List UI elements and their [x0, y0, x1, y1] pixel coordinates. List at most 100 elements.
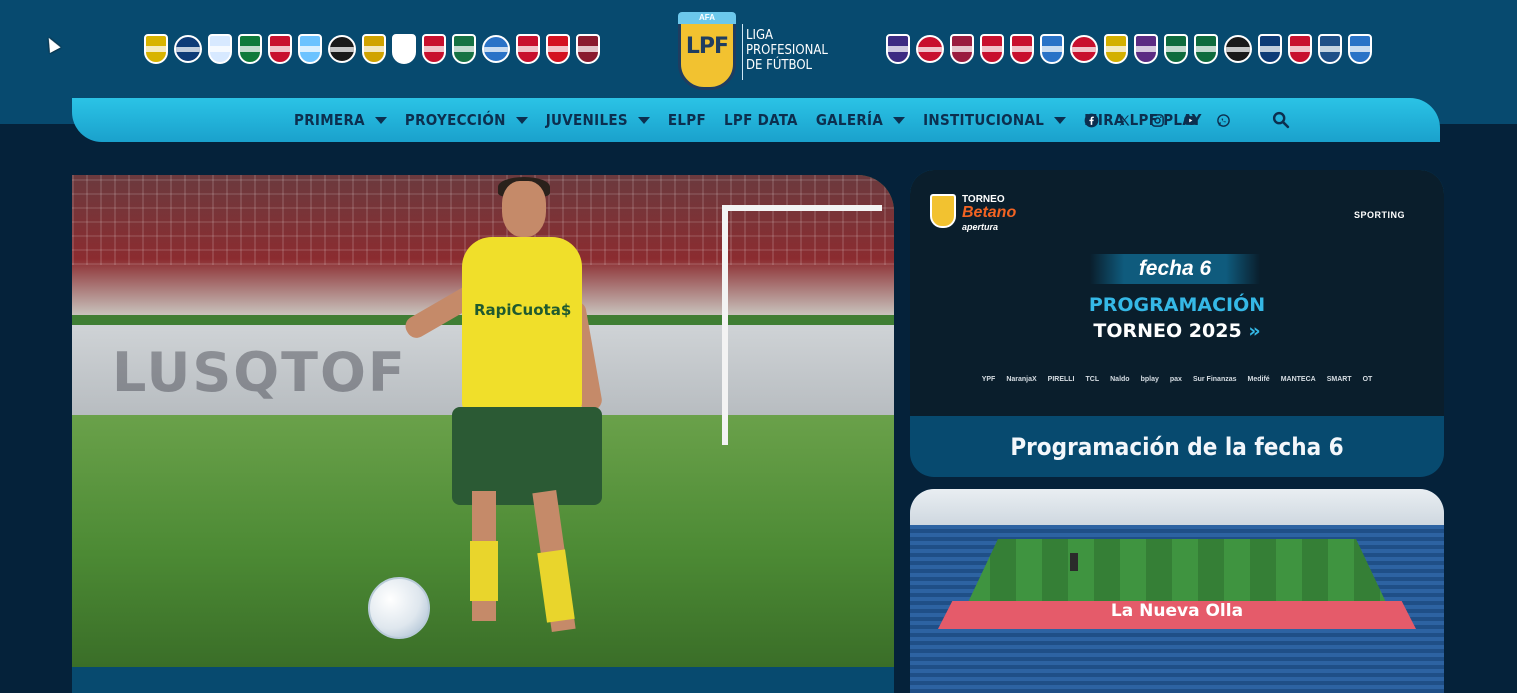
- stadium-sky: [910, 489, 1444, 525]
- sponsor-label: SPORTING: [1354, 210, 1406, 220]
- team-crest-icon[interactable]: [1010, 34, 1034, 64]
- phase-label: apertura: [962, 222, 999, 232]
- lpf-logo[interactable]: AFA LPF LIGA PROFESIONAL DE FÚTBOL: [676, 12, 828, 92]
- programacion-label: PROGRAMACIÓN: [1088, 294, 1266, 316]
- team-crest-icon[interactable]: [1348, 34, 1372, 64]
- sponsor-logo: Sur Finanzas: [1192, 376, 1237, 383]
- logo-mark: LPF: [685, 34, 729, 59]
- team-crest-icon[interactable]: [1134, 34, 1158, 64]
- sponsor-logo: MANTECA: [1280, 376, 1316, 383]
- team-crest-icon[interactable]: [1164, 34, 1188, 64]
- sponsor-logo: NaranjaX: [1006, 376, 1037, 383]
- hero-ad-text: LUSQTOF: [112, 341, 407, 404]
- team-crest-icon[interactable]: [1288, 34, 1312, 64]
- player-figure: RapiCuota$: [401, 177, 612, 651]
- chevron-down-icon: [374, 116, 387, 124]
- team-crests-right: [886, 32, 1372, 66]
- torneo-year-text: TORNEO 2025: [1093, 320, 1242, 342]
- chevron-down-icon: [1054, 116, 1067, 124]
- team-crest-icon[interactable]: [298, 34, 322, 64]
- team-crest-icon[interactable]: [1070, 35, 1098, 63]
- social-links: [1080, 98, 1234, 142]
- instagram-icon[interactable]: [1146, 109, 1168, 131]
- team-crest-icon[interactable]: [144, 34, 168, 64]
- team-crest-icon[interactable]: [1040, 34, 1064, 64]
- team-crest-icon[interactable]: [950, 34, 974, 64]
- nav-item-label: INSTITUCIONAL: [923, 111, 1045, 129]
- team-crest-icon[interactable]: [392, 34, 416, 64]
- mouse-cursor-icon: [43, 35, 61, 53]
- logo-afa-label: AFA: [678, 12, 736, 24]
- player-sock: [470, 541, 498, 601]
- stadium-name: La Nueva Olla: [1110, 601, 1244, 621]
- team-crest-icon[interactable]: [546, 34, 570, 64]
- card-art: TORNEO Betano apertura SPORTING fecha 6 …: [910, 170, 1444, 416]
- card-title[interactable]: Programación de la fecha 6: [1010, 433, 1343, 461]
- sponsor-logo: YPF: [981, 376, 996, 383]
- team-crest-icon[interactable]: [916, 35, 944, 63]
- torneo-year-label: TORNEO 2025 »: [910, 320, 1444, 342]
- chevron-down-icon: [893, 116, 906, 124]
- nav-item-institucional[interactable]: INSTITUCIONAL: [923, 98, 1067, 142]
- player-shirt: [462, 237, 582, 413]
- sponsor-logo: TCL: [1085, 376, 1100, 383]
- team-crest-icon[interactable]: [980, 34, 1004, 64]
- sponsor-logo: OT: [1362, 376, 1373, 383]
- player-sock: [537, 549, 575, 623]
- team-crest-icon[interactable]: [174, 35, 202, 63]
- team-crest-icon[interactable]: [482, 35, 510, 63]
- brand-label: Betano: [962, 204, 1017, 221]
- team-crest-icon[interactable]: [268, 34, 292, 64]
- team-crest-icon[interactable]: [1224, 35, 1252, 63]
- team-crest-icon[interactable]: [238, 34, 262, 64]
- mini-lpf-logo-icon: [930, 194, 956, 228]
- team-crest-icon[interactable]: [452, 34, 476, 64]
- nav-item-label: GALERÍA: [815, 111, 884, 129]
- whatsapp-icon[interactable]: [1212, 109, 1234, 131]
- fecha-pill: fecha 6: [1090, 254, 1260, 284]
- sponsor-logo: PIRELLI: [1047, 376, 1075, 383]
- soccer-ball-icon: [368, 577, 430, 639]
- card-caption[interactable]: Programación de la fecha 6: [910, 416, 1444, 477]
- news-card-programacion[interactable]: TORNEO Betano apertura SPORTING fecha 6 …: [910, 170, 1444, 477]
- nav-item-label: JUVENILES: [545, 111, 628, 129]
- team-crest-icon[interactable]: [328, 35, 356, 63]
- news-card-stadium[interactable]: La Nueva Olla: [910, 489, 1444, 693]
- sponsor-logo: Medifé: [1247, 376, 1270, 383]
- logo-text: LIGA PROFESIONAL DE FÚTBOL: [746, 28, 828, 73]
- x-icon[interactable]: [1113, 109, 1135, 131]
- team-crest-icon[interactable]: [1194, 34, 1218, 64]
- nav-item-juveniles[interactable]: JUVENILES: [546, 98, 650, 142]
- team-crest-icon[interactable]: [208, 34, 232, 64]
- search-icon[interactable]: [1270, 109, 1292, 131]
- sponsor-logo: Naldo: [1110, 376, 1130, 383]
- team-crest-icon[interactable]: [516, 34, 540, 64]
- goal-post: [722, 205, 882, 445]
- logo-divider: [742, 24, 743, 80]
- nav-item-galería[interactable]: GALERÍA: [815, 98, 906, 142]
- nav-item-primera[interactable]: PRIMERA: [294, 98, 387, 142]
- chevron-down-icon: [515, 116, 528, 124]
- team-crest-icon[interactable]: [422, 34, 446, 64]
- team-crest-icon[interactable]: [362, 34, 386, 64]
- nav-item-lpf-data[interactable]: LPF DATA: [724, 98, 798, 142]
- team-crest-icon[interactable]: [886, 34, 910, 64]
- team-crest-icon[interactable]: [576, 34, 600, 64]
- team-crest-icon[interactable]: [1104, 34, 1128, 64]
- nav-item-elpf[interactable]: ELPF: [668, 98, 706, 142]
- youtube-icon[interactable]: [1179, 109, 1201, 131]
- team-crest-icon[interactable]: [1318, 34, 1342, 64]
- stadium-structure: [1070, 553, 1078, 571]
- facebook-icon[interactable]: [1080, 109, 1102, 131]
- nav-item-label: PRIMERA: [294, 111, 365, 129]
- sponsor-logo: bplay: [1140, 376, 1159, 383]
- hero-image[interactable]: LUSQTOF RapiCuota$: [72, 175, 894, 667]
- team-crests-left: [144, 32, 600, 66]
- team-crest-icon[interactable]: [1258, 34, 1282, 64]
- nav-item-proyección[interactable]: PROYECCIÓN: [405, 98, 528, 142]
- nav-item-label: LPF DATA: [724, 111, 798, 129]
- player-head: [502, 181, 546, 237]
- main-nav: PRIMERA PROYECCIÓN JUVENILES ELPF LPF DATA GA…: [72, 98, 1440, 142]
- chevron-down-icon: [637, 116, 650, 124]
- nav-item-label: PROYECCIÓN: [404, 111, 506, 129]
